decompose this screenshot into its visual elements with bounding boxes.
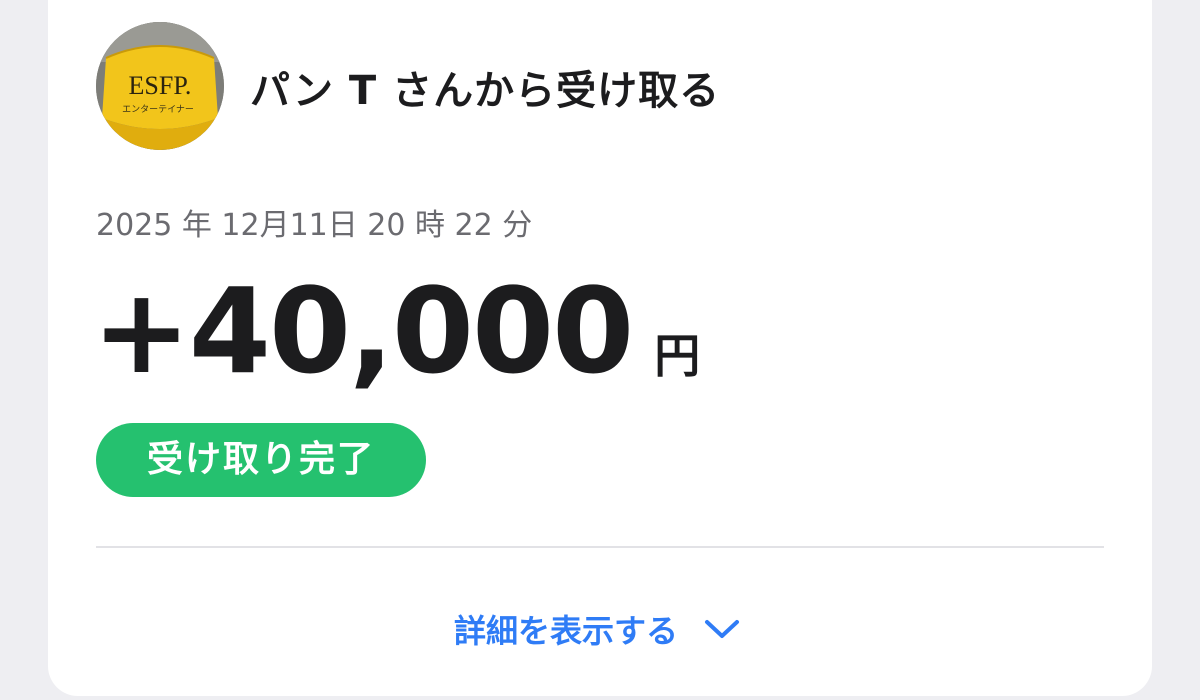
amount-value: +40,000: [92, 262, 634, 400]
amount-row: +40,000 円: [92, 262, 700, 400]
status-badge: 受け取り完了: [96, 423, 426, 497]
show-details-button[interactable]: 詳細を表示する: [454, 606, 740, 652]
currency-label: 円: [654, 329, 701, 383]
avatar-image: ESFP. エンターテイナー: [96, 22, 224, 150]
svg-text:ESFP.: ESFP.: [129, 71, 192, 100]
page-title: パン T さんから受け取る: [250, 68, 721, 114]
transaction-datetime: 2025 年 12月11日 20 時 22 分: [96, 208, 533, 243]
avatar[interactable]: ESFP. エンターテイナー: [96, 22, 224, 150]
svg-text:エンターテイナー: エンターテイナー: [122, 104, 194, 115]
chevron-down-icon: [704, 610, 740, 648]
divider: [96, 546, 1104, 548]
show-details-label: 詳細を表示する: [454, 612, 679, 650]
